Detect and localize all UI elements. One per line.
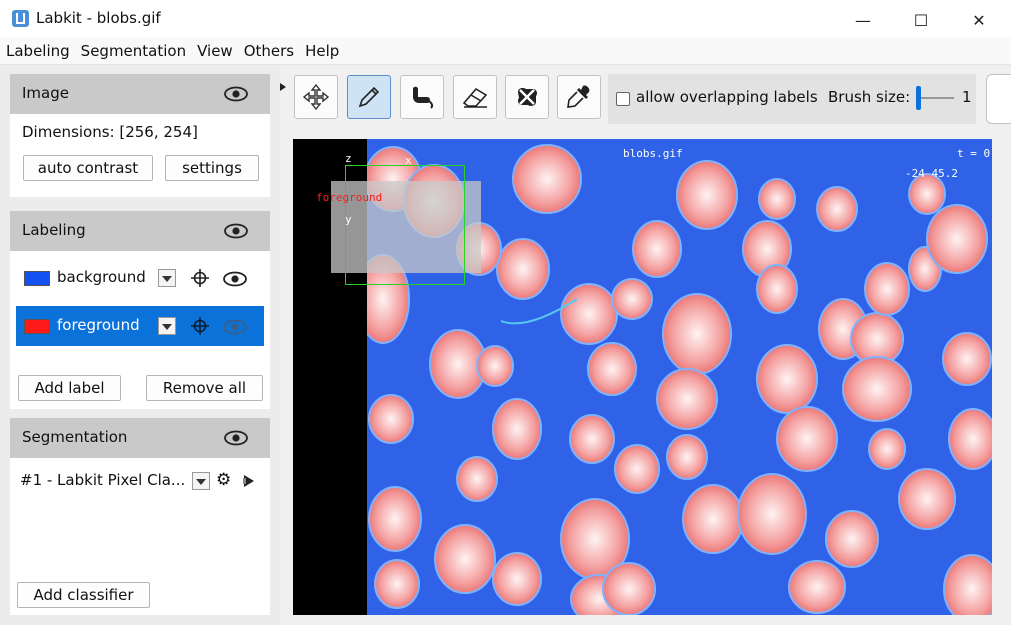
image-section-title: Image — [22, 84, 69, 102]
time-label: t = 0 — [957, 147, 991, 160]
move-icon — [303, 84, 329, 110]
pencil-icon — [358, 86, 380, 108]
axis-x-label: x — [405, 154, 412, 167]
eye-icon[interactable] — [224, 430, 248, 446]
image-dimensions: Dimensions: [256, 254] — [22, 123, 198, 141]
brush-size-slider-handle[interactable] — [916, 86, 921, 110]
menu-view[interactable]: View — [191, 38, 238, 64]
settings-button[interactable]: settings — [165, 155, 259, 181]
image-viewer[interactable]: z x y foreground blobs.gif t = 0 -24 45.… — [293, 139, 992, 615]
label-color-swatch[interactable] — [24, 271, 50, 286]
label-dropdown-button[interactable] — [158, 269, 176, 287]
title-bar: Labkit - blobs.gif — ☐ ✕ — [0, 0, 1011, 38]
labeling-section: Labeling background foreground Add label… — [10, 211, 270, 409]
allow-overlapping-checkbox[interactable] — [616, 92, 630, 106]
classifier-name[interactable]: #1 - Labkit Pixel Cla... — [20, 471, 185, 489]
filename-label: blobs.gif — [623, 147, 683, 160]
brush-size-label: Brush size: — [828, 88, 911, 106]
classifier-dropdown-button[interactable] — [192, 472, 210, 490]
label-dropdown-button[interactable] — [158, 317, 176, 335]
gear-icon[interactable]: ⚙ — [216, 470, 231, 490]
label-name: foreground — [57, 316, 140, 334]
close-button[interactable]: ✕ — [956, 6, 1002, 34]
label-row-foreground[interactable]: foreground — [16, 306, 264, 346]
image-section-header: Image — [10, 74, 270, 114]
move-tool-button[interactable] — [294, 75, 338, 119]
image-section: Image Dimensions: [256, 254] auto contra… — [10, 74, 270, 197]
labeling-section-title: Labeling — [22, 221, 86, 239]
overlay-label-text: foreground — [316, 191, 383, 204]
label-color-swatch[interactable] — [24, 319, 50, 334]
eraser-tool-button[interactable] — [453, 75, 497, 119]
labeling-section-header: Labeling — [10, 211, 270, 251]
add-label-button[interactable]: Add label — [18, 375, 121, 401]
menu-segmentation[interactable]: Segmentation — [75, 38, 191, 64]
color-picker-tool-button[interactable] — [557, 75, 601, 119]
auto-contrast-button[interactable]: auto contrast — [23, 155, 153, 181]
brush-options-panel: allow overlapping labels Brush size: 1 — [608, 74, 976, 124]
window-title: Labkit - blobs.gif — [36, 9, 161, 27]
flood-erase-tool-button[interactable] — [505, 75, 549, 119]
allow-overlapping-label: allow overlapping labels — [636, 88, 818, 106]
menu-labeling[interactable]: Labeling — [0, 38, 75, 64]
axis-z-label: z — [345, 152, 352, 165]
collapse-arrow-icon[interactable] — [279, 82, 287, 92]
flood-fill-icon — [413, 86, 434, 109]
label-name: background — [57, 268, 146, 286]
crosshair-icon[interactable] — [191, 317, 209, 335]
view-box-indicator — [345, 165, 465, 285]
left-panel: Image Dimensions: [256, 254] auto contra… — [0, 65, 280, 625]
remove-all-button[interactable]: Remove all — [146, 375, 263, 401]
menu-others[interactable]: Others — [238, 38, 299, 64]
train-icon[interactable] — [242, 474, 256, 488]
axis-y-label: y — [345, 213, 352, 226]
brush-size-slider-track[interactable] — [916, 97, 954, 99]
flood-fill-tool-button[interactable] — [400, 75, 444, 119]
maximize-button[interactable]: ☐ — [898, 6, 944, 34]
eraser-icon — [462, 87, 488, 108]
brush-size-value: 1 — [962, 88, 972, 106]
coords-label: -24 45.2 — [905, 167, 958, 180]
eye-icon[interactable] — [222, 319, 248, 335]
color-picker-icon — [567, 85, 590, 108]
menu-help[interactable]: Help — [299, 38, 344, 64]
label-row-background[interactable]: background — [16, 258, 264, 298]
menu-bar: Labeling Segmentation View Others Help — [0, 38, 1011, 65]
eye-icon[interactable] — [224, 86, 248, 102]
minimize-button[interactable]: — — [840, 6, 886, 34]
eye-icon[interactable] — [222, 271, 248, 287]
eye-icon[interactable] — [224, 223, 248, 239]
extra-tool-button[interactable] — [986, 74, 1011, 124]
add-classifier-button[interactable]: Add classifier — [17, 582, 150, 608]
segmentation-section-header: Segmentation — [10, 418, 270, 458]
segmentation-section-title: Segmentation — [22, 428, 128, 446]
pencil-tool-button[interactable] — [347, 75, 391, 119]
app-icon — [12, 10, 29, 27]
crosshair-icon[interactable] — [191, 269, 209, 287]
segmentation-section: Segmentation #1 - Labkit Pixel Cla... ⚙ … — [10, 418, 270, 615]
flood-erase-icon — [518, 88, 537, 106]
